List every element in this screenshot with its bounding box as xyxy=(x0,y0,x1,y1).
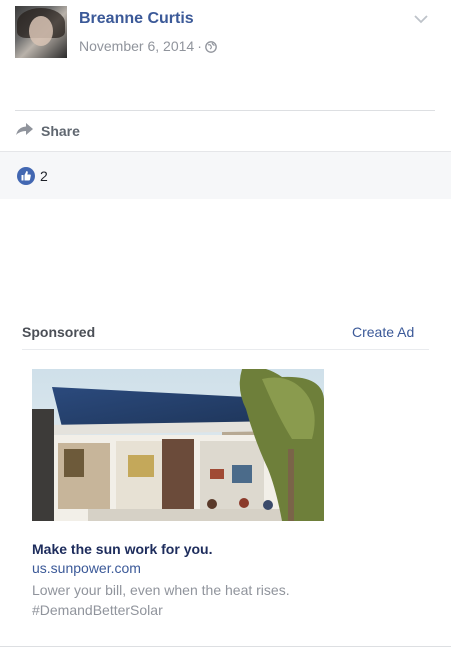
post-card: Breanne Curtis November 6, 2014 · Share 2 xyxy=(0,0,451,199)
create-ad-link[interactable]: Create Ad xyxy=(352,324,414,340)
ad-description-line: Lower your bill, even when the heat rise… xyxy=(32,582,290,598)
divider xyxy=(0,646,451,647)
ad-url[interactable]: us.sunpower.com xyxy=(32,560,141,576)
share-icon xyxy=(15,121,35,142)
ad-image[interactable] xyxy=(32,367,324,521)
ad-title[interactable]: Make the sun work for you. xyxy=(32,541,212,557)
ad-hashtag[interactable]: #DemandBetterSolar xyxy=(32,600,290,620)
globe-icon[interactable] xyxy=(205,40,217,56)
post-meta: November 6, 2014 · xyxy=(79,38,217,56)
share-button[interactable]: Share xyxy=(15,120,80,142)
share-label: Share xyxy=(41,123,80,139)
like-icon[interactable] xyxy=(16,166,36,191)
meta-separator: · xyxy=(197,38,202,54)
sponsored-panel: Sponsored Create Ad Make the sun work fo… xyxy=(0,311,451,650)
chevron-down-icon[interactable] xyxy=(413,12,429,30)
reaction-count[interactable]: 2 xyxy=(40,168,48,184)
author-name[interactable]: Breanne Curtis xyxy=(79,10,194,28)
avatar[interactable] xyxy=(15,6,67,58)
reactions-bar: 2 xyxy=(0,151,451,199)
sponsored-label: Sponsored xyxy=(22,324,96,340)
post-date[interactable]: November 6, 2014 xyxy=(79,38,194,54)
ad-description: Lower your bill, even when the heat rise… xyxy=(32,580,290,620)
divider xyxy=(15,110,435,111)
divider xyxy=(22,349,429,350)
